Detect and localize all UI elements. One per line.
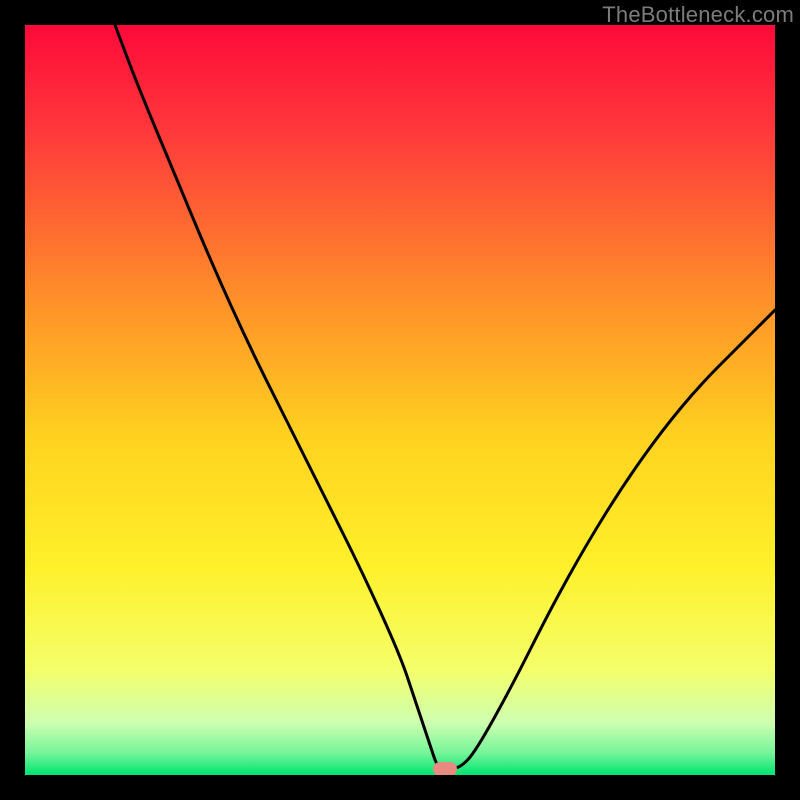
gradient-background — [25, 25, 775, 775]
watermark-text: TheBottleneck.com — [602, 2, 794, 28]
plot-area — [25, 25, 775, 775]
optimum-marker — [433, 762, 457, 775]
chart-frame: TheBottleneck.com — [0, 0, 800, 800]
chart-svg — [25, 25, 775, 775]
